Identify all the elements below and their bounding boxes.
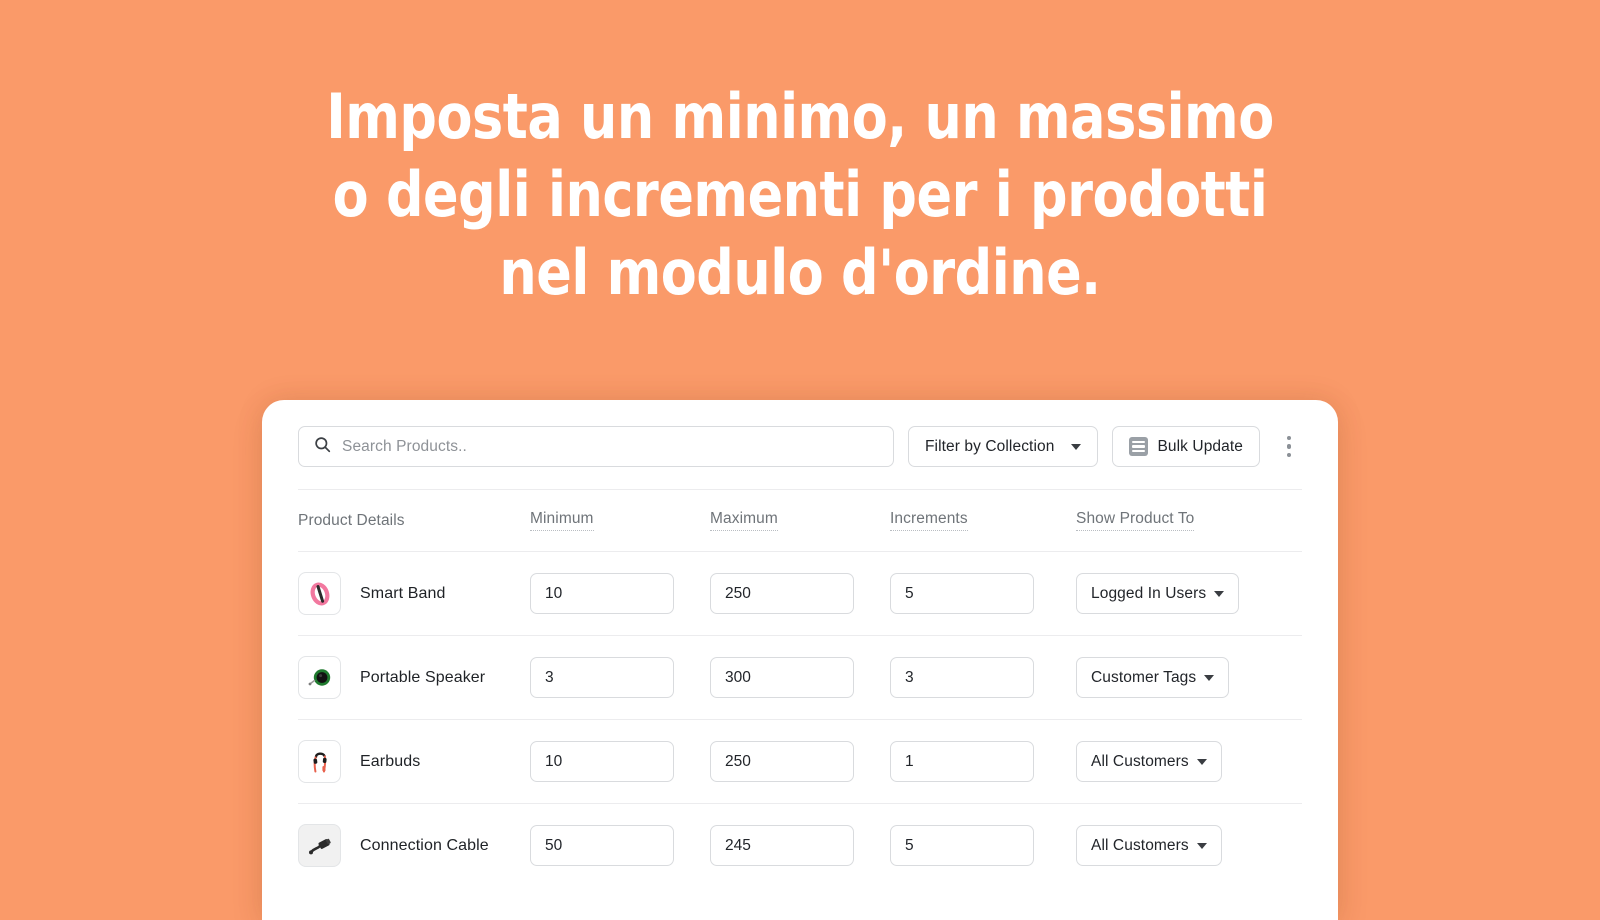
chevron-down-icon [1196, 842, 1207, 849]
maximum-cell [710, 825, 890, 866]
table-row: Connection Cable All Customers [298, 803, 1302, 887]
search-input-wrapper[interactable] [298, 426, 894, 467]
column-header-minimum: Minimum [530, 510, 594, 531]
show-product-to-select[interactable]: All Customers [1076, 825, 1222, 866]
table-header-cell-show-product-to: Show Product To [1076, 510, 1302, 531]
product-cell: Earbuds [298, 740, 530, 783]
table-header-cell-maximum: Maximum [710, 510, 890, 531]
bulk-update-label: Bulk Update [1157, 437, 1243, 455]
show-product-to-select[interactable]: Customer Tags [1076, 657, 1230, 698]
list-icon [1129, 437, 1149, 456]
product-cell: Portable Speaker [298, 656, 530, 699]
products-table: Product Details Minimum Maximum Incremen… [298, 489, 1302, 887]
increments-input[interactable] [890, 657, 1034, 698]
maximum-input[interactable] [710, 657, 854, 698]
chevron-down-icon [1204, 674, 1215, 681]
show-product-to-value: All Customers [1091, 836, 1189, 854]
table-header-cell-minimum: Minimum [530, 510, 710, 531]
show-product-to-cell: All Customers [1076, 741, 1302, 782]
earbuds-thumbnail [298, 740, 341, 783]
table-header-cell-product: Product Details [298, 512, 530, 530]
product-name: Portable Speaker [360, 668, 486, 686]
minimum-input[interactable] [530, 741, 674, 782]
increments-input[interactable] [890, 825, 1034, 866]
search-icon [314, 436, 331, 458]
show-product-to-value: Customer Tags [1091, 668, 1197, 686]
minimum-input[interactable] [530, 573, 674, 614]
connection-cable-thumbnail [298, 824, 341, 867]
product-settings-card: Filter by Collection Bulk Update Product… [262, 400, 1338, 920]
show-product-to-select[interactable]: All Customers [1076, 741, 1222, 782]
filter-by-collection-label: Filter by Collection [924, 437, 1055, 455]
table-row: Earbuds All Customers [298, 719, 1302, 803]
increments-cell [890, 573, 1076, 614]
toolbar: Filter by Collection Bulk Update [298, 400, 1302, 489]
show-product-to-cell: Customer Tags [1076, 657, 1302, 698]
show-product-to-select[interactable]: Logged In Users [1076, 573, 1240, 614]
product-name: Earbuds [360, 752, 421, 770]
maximum-input[interactable] [710, 573, 854, 614]
column-header-increments: Increments [890, 510, 968, 531]
product-settings-card-wrapper: Filter by Collection Bulk Update Product… [262, 400, 1338, 920]
minimum-cell [530, 657, 710, 698]
product-cell: Connection Cable [298, 824, 530, 867]
hero-section: Imposta un minimo, un massimo o degli in… [0, 0, 1600, 312]
show-product-to-value: Logged In Users [1091, 584, 1207, 602]
table-header-row: Product Details Minimum Maximum Incremen… [298, 489, 1302, 551]
maximum-cell [710, 657, 890, 698]
page-title: Imposta un minimo, un massimo o degli in… [326, 80, 1274, 309]
product-cell: Smart Band [298, 572, 530, 615]
smart-band-thumbnail [298, 572, 341, 615]
table-row: Portable Speaker Customer Tags [298, 635, 1302, 719]
search-input[interactable] [342, 437, 878, 456]
show-product-to-value: All Customers [1091, 752, 1189, 770]
column-header-maximum: Maximum [710, 510, 778, 531]
increments-input[interactable] [890, 573, 1034, 614]
maximum-input[interactable] [710, 741, 854, 782]
increments-cell [890, 657, 1076, 698]
minimum-input[interactable] [530, 657, 674, 698]
chevron-down-icon [1214, 590, 1225, 597]
minimum-input[interactable] [530, 825, 674, 866]
maximum-cell [710, 741, 890, 782]
maximum-input[interactable] [710, 825, 854, 866]
portable-speaker-thumbnail [298, 656, 341, 699]
table-row: Smart Band Logged In Users [298, 551, 1302, 635]
bulk-update-button[interactable]: Bulk Update [1112, 426, 1260, 467]
maximum-cell [710, 573, 890, 614]
minimum-cell [530, 825, 710, 866]
show-product-to-cell: Logged In Users [1076, 573, 1302, 614]
column-header-show-product-to: Show Product To [1076, 510, 1195, 531]
increments-cell [890, 825, 1076, 866]
table-header-cell-increments: Increments [890, 510, 1076, 531]
column-header-product-details: Product Details [298, 511, 405, 529]
show-product-to-cell: All Customers [1076, 825, 1302, 866]
chevron-down-icon [1071, 443, 1082, 450]
kebab-menu-icon[interactable] [1276, 426, 1302, 467]
product-name: Smart Band [360, 584, 446, 602]
increments-input[interactable] [890, 741, 1034, 782]
filter-by-collection-button[interactable]: Filter by Collection [907, 426, 1099, 467]
product-name: Connection Cable [360, 836, 489, 854]
increments-cell [890, 741, 1076, 782]
chevron-down-icon [1196, 758, 1207, 765]
minimum-cell [530, 573, 710, 614]
minimum-cell [530, 741, 710, 782]
